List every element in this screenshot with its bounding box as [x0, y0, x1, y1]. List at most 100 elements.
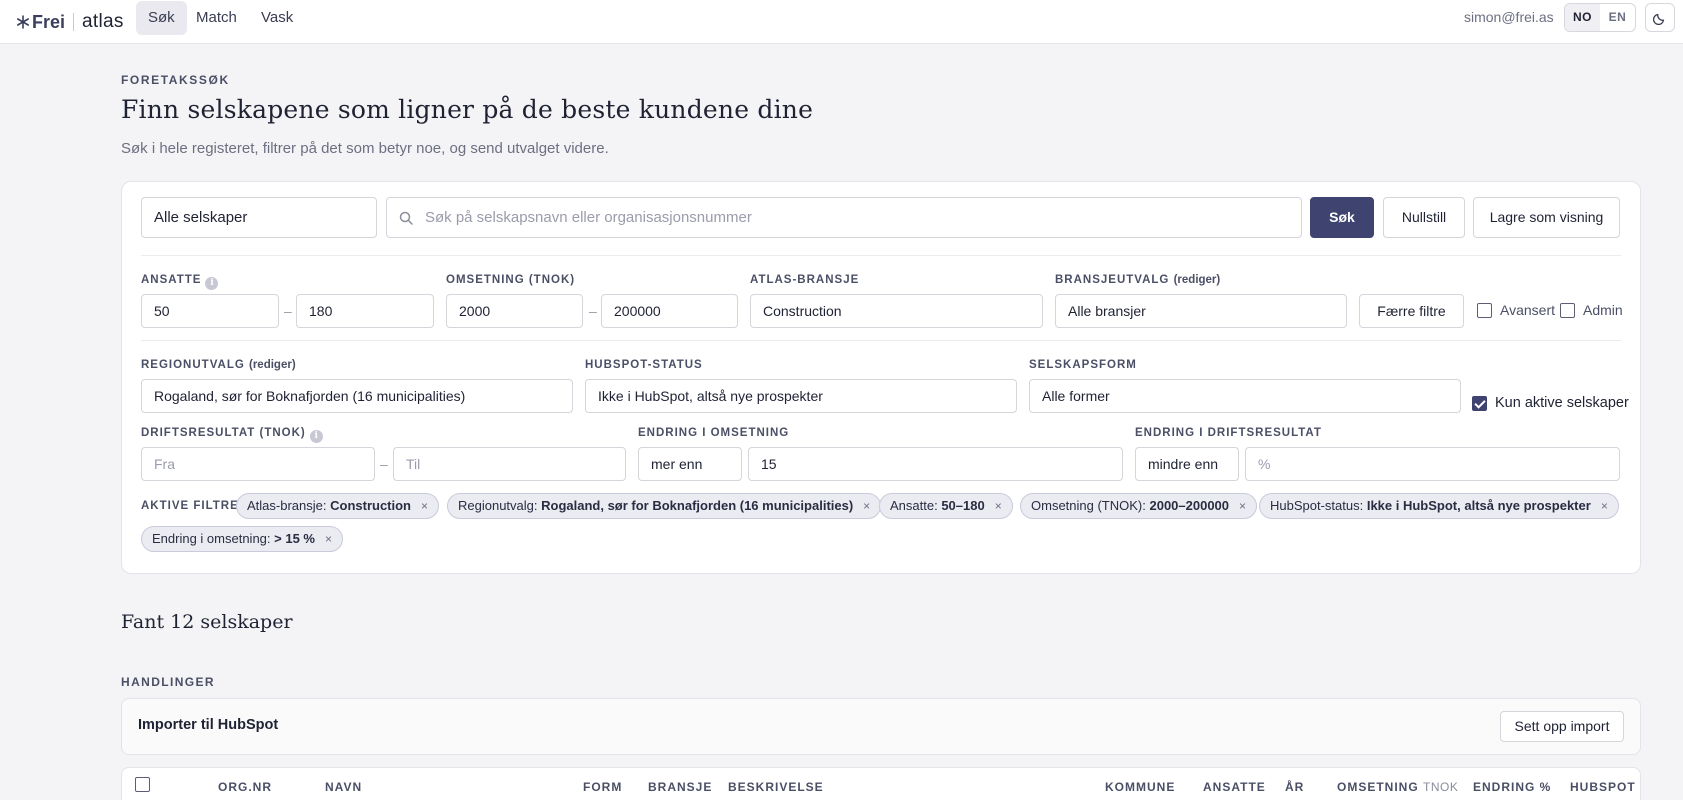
chip-key: Atlas-bransje: [247, 498, 327, 513]
region-label: REGIONUTVALG (rediger) [141, 359, 296, 371]
remove-chip-icon[interactable]: × [1239, 499, 1246, 513]
range-dash: – [284, 303, 292, 319]
filter-chip: Ansatte: 50–180 × [879, 493, 1013, 519]
search-placeholder: Søk på selskapsnavn eller organisasjonsn… [425, 209, 752, 226]
logo-divider [73, 13, 75, 31]
filter-chip: Atlas-bransje: Construction × [236, 493, 440, 519]
column-header-orgnr[interactable]: ORG.NR [218, 780, 272, 794]
page-subtitle: Søk i hele registeret, filtrer på det so… [121, 140, 609, 157]
select-all-checkbox[interactable] [135, 777, 150, 792]
column-header-name[interactable]: NAVN [325, 780, 362, 794]
chip-key: Endring i omsetning: [152, 531, 271, 546]
chip-value: Rogaland, sør for Boknafjorden (16 munic… [541, 498, 854, 513]
column-header-hubspot[interactable]: HUBSPOT [1570, 780, 1636, 794]
top-navigation-bar: Frei atlas Søk Match Vask simon@frei.as … [0, 0, 1683, 44]
region-select[interactable]: Rogaland, sør for Boknafjorden (16 munic… [141, 379, 573, 413]
scope-select[interactable]: Alle selskaper [141, 197, 377, 238]
nav-tab-sok[interactable]: Søk [136, 1, 187, 35]
revenue-from-input[interactable]: 2000 [446, 294, 583, 328]
hubspot-status-label: HUBSPOT-STATUS [585, 359, 703, 371]
company-form-select[interactable]: Alle former [1029, 379, 1461, 413]
revenue-to-input[interactable]: 200000 [601, 294, 738, 328]
search-icon [399, 211, 413, 225]
column-header-form[interactable]: FORM [583, 780, 622, 794]
operating-result-from-input[interactable]: Fra [141, 447, 375, 481]
column-header-revenue[interactable]: OMSETNING TNOK [1337, 780, 1458, 794]
company-form-label: SELSKAPSFORM [1029, 359, 1137, 371]
nav-tab-vask[interactable]: Vask [249, 1, 305, 35]
remove-chip-icon[interactable]: × [325, 532, 332, 546]
atlas-industry-select[interactable]: Construction [750, 294, 1043, 328]
theme-toggle-button[interactable] [1645, 3, 1675, 32]
industry-selection-select[interactable]: Alle bransjer [1055, 294, 1347, 328]
nav-tab-match[interactable]: Match [184, 1, 249, 35]
revenue-unit: TNOK [1423, 780, 1459, 794]
actions-label: HANDLINGER [121, 675, 215, 689]
language-switcher: NO EN [1564, 3, 1636, 32]
setup-import-button[interactable]: Sett opp import [1500, 711, 1624, 742]
frei-logo: Frei [16, 12, 65, 33]
filter-chip: Omsetning (TNOK): 2000–200000 × [1020, 493, 1258, 519]
chip-key: HubSpot-status: [1270, 498, 1364, 513]
column-header-industry[interactable]: BRANSJE [648, 780, 712, 794]
result-change-operator-select[interactable]: mindre enn [1135, 447, 1239, 481]
info-icon[interactable]: i [309, 430, 323, 443]
range-dash: – [589, 303, 597, 319]
chip-key: Ansatte: [890, 498, 938, 513]
save-view-button[interactable]: Lagre som visning [1473, 197, 1620, 238]
info-icon[interactable]: i [205, 277, 219, 290]
reset-button[interactable]: Nullstill [1383, 197, 1465, 238]
remove-chip-icon[interactable]: × [995, 499, 1002, 513]
page-eyebrow: FORETAKSSØK [121, 73, 230, 87]
admin-label: Admin [1583, 302, 1623, 318]
revenue-change-value-input[interactable]: 15 [748, 447, 1123, 481]
result-change-value-input[interactable]: % [1245, 447, 1620, 481]
remove-chip-icon[interactable]: × [421, 499, 428, 513]
app-name: atlas [82, 11, 124, 32]
only-active-label: Kun aktive selskaper [1495, 395, 1629, 411]
fewer-filters-button[interactable]: Færre filtre [1359, 294, 1464, 328]
user-email[interactable]: simon@frei.as [1464, 9, 1554, 25]
revenue-label: OMSETNING (TNOK) [446, 274, 576, 286]
results-heading: Fant 12 selskaper [121, 611, 293, 633]
edit-region-link[interactable]: (rediger) [249, 359, 296, 371]
only-active-checkbox[interactable]: Kun aktive selskaper [1472, 395, 1629, 411]
brand-name: Frei [32, 11, 66, 32]
hubspot-status-select[interactable]: Ikke i HubSpot, altså nye prospekter [585, 379, 1017, 413]
remove-chip-icon[interactable]: × [863, 499, 870, 513]
checkbox-box-checked[interactable] [1472, 395, 1487, 411]
column-header-year[interactable]: ÅR [1285, 780, 1304, 794]
result-change-label: ENDRING I DRIFTSRESULTAT [1135, 427, 1322, 439]
advanced-checkbox[interactable]: Avansert [1477, 302, 1555, 318]
column-header-municipality[interactable]: KOMMUNE [1105, 780, 1175, 794]
column-header-change[interactable]: ENDRING % [1473, 780, 1551, 794]
industry-selection-label: BRANSJEUTVALG (rediger) [1055, 274, 1221, 286]
brand-logo[interactable]: Frei atlas [16, 8, 124, 36]
employees-to-input[interactable]: 180 [296, 294, 434, 328]
results-table: ORG.NR NAVN FORM BRANSJE BESKRIVELSE KOM… [121, 767, 1641, 800]
edit-industry-link[interactable]: (rediger) [1174, 274, 1221, 286]
employees-from-input[interactable]: 50 [141, 294, 279, 328]
panel-divider [141, 255, 1621, 256]
column-header-employees[interactable]: ANSATTE [1203, 780, 1266, 794]
operating-result-to-input[interactable]: Til [393, 447, 626, 481]
filter-chip: Endring i omsetning: > 15 % × [141, 526, 343, 552]
revenue-change-label: ENDRING I OMSETNING [638, 427, 790, 439]
admin-checkbox[interactable]: Admin [1560, 302, 1623, 318]
asterisk-icon [16, 15, 29, 29]
search-button[interactable]: Søk [1310, 197, 1374, 238]
search-input[interactable]: Søk på selskapsnavn eller organisasjonsn… [386, 197, 1302, 238]
operating-result-label: DRIFTSRESULTAT (TNOK) i [141, 427, 323, 443]
lang-en-button[interactable]: EN [1600, 4, 1635, 31]
remove-chip-icon[interactable]: × [1601, 499, 1608, 513]
checkbox-box[interactable] [1477, 302, 1492, 318]
panel-divider [141, 340, 1621, 341]
range-dash: – [380, 456, 388, 472]
revenue-change-operator-select[interactable]: mer enn [638, 447, 742, 481]
advanced-label: Avansert [1500, 302, 1555, 318]
lang-no-button[interactable]: NO [1565, 4, 1600, 31]
chip-value: Construction [330, 498, 411, 513]
checkbox-box[interactable] [1560, 302, 1575, 318]
column-header-description[interactable]: BESKRIVELSE [728, 780, 824, 794]
filter-chip: Regionutvalg: Rogaland, sør for Boknafjo… [447, 493, 882, 519]
